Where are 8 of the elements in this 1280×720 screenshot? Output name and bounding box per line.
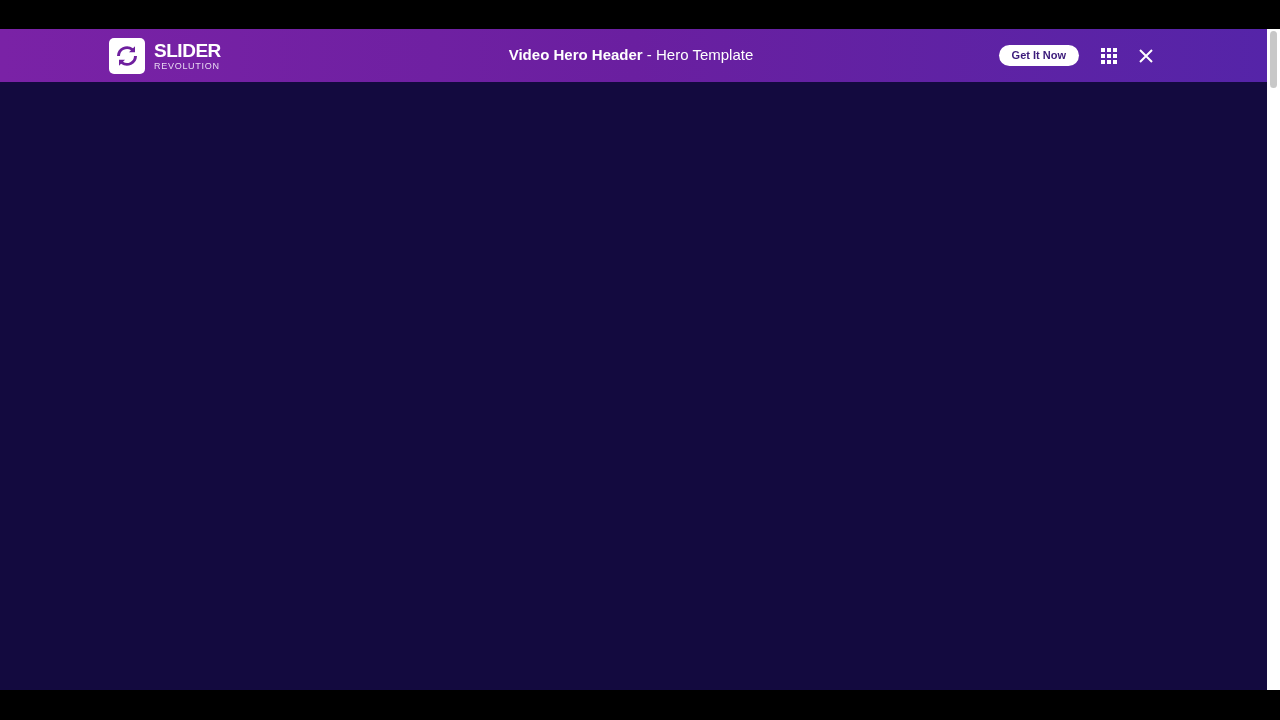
grid-icon[interactable] bbox=[1101, 47, 1117, 64]
close-icon[interactable] bbox=[1139, 48, 1153, 63]
page-title: Video Hero Header - Hero Template bbox=[508, 45, 754, 66]
logo-name: SLIDER bbox=[154, 40, 221, 60]
logo-icon bbox=[109, 37, 145, 74]
get-it-now-button[interactable]: Get It Now bbox=[998, 45, 1079, 66]
logo-tagline: REVOLUTION bbox=[154, 61, 221, 71]
scrollbar-thumb[interactable] bbox=[1270, 31, 1277, 88]
